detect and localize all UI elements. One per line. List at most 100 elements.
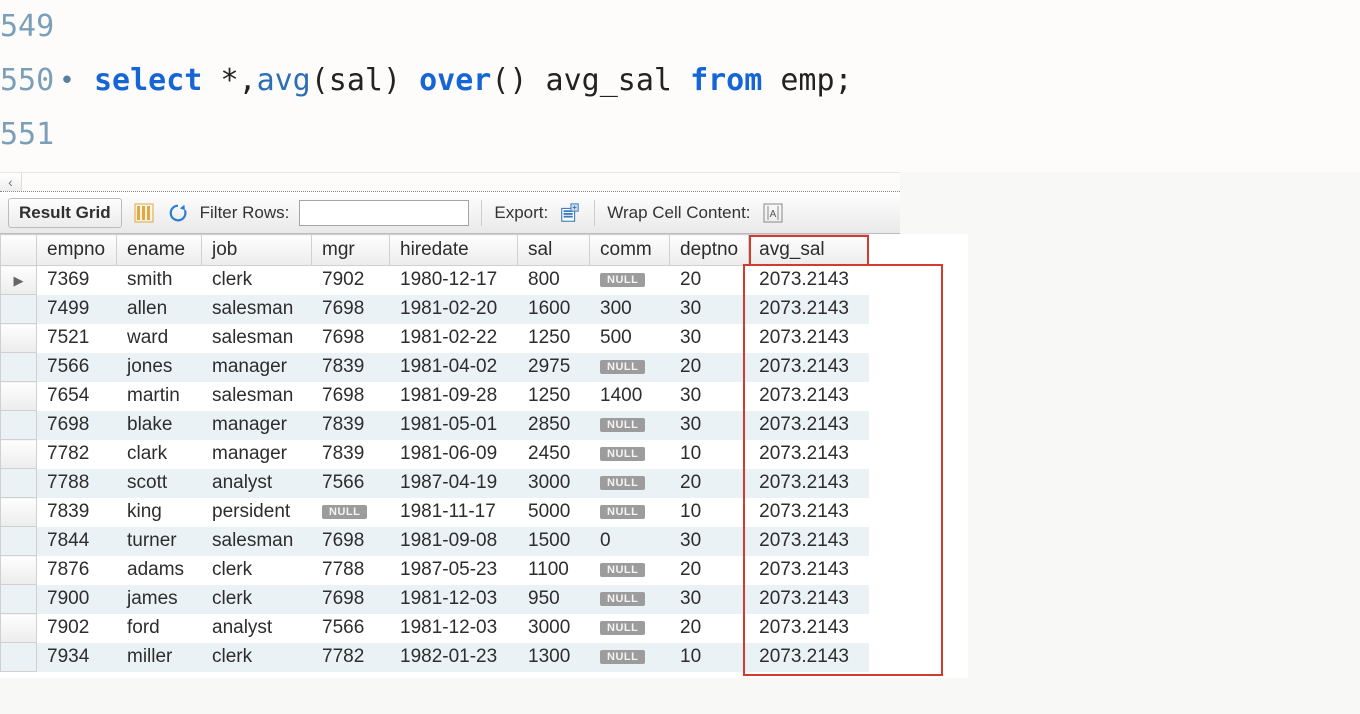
cell[interactable]: NULL — [590, 614, 670, 643]
cell[interactable]: 2073.2143 — [749, 411, 869, 440]
cell[interactable]: 7698 — [312, 295, 390, 324]
row-cursor[interactable] — [1, 324, 37, 353]
cell[interactable]: salesman — [202, 382, 312, 411]
cell[interactable]: 1250 — [518, 382, 590, 411]
cell[interactable]: 7876 — [37, 556, 117, 585]
cell[interactable]: manager — [202, 411, 312, 440]
cell[interactable]: 20 — [670, 556, 749, 585]
cell[interactable]: 20 — [670, 469, 749, 498]
cell[interactable]: 2073.2143 — [749, 382, 869, 411]
cell[interactable]: 2073.2143 — [749, 556, 869, 585]
cell[interactable]: manager — [202, 353, 312, 382]
cell[interactable]: 1600 — [518, 295, 590, 324]
cell[interactable]: 7782 — [312, 643, 390, 672]
refresh-icon[interactable] — [166, 201, 190, 225]
result-grid[interactable]: empnoenamejobmgrhiredatesalcommdeptnoavg… — [0, 234, 968, 678]
row-cursor[interactable] — [1, 353, 37, 382]
cell[interactable]: 1100 — [518, 556, 590, 585]
table-row[interactable]: 7902fordanalyst75661981-12-033000NULL202… — [1, 614, 869, 643]
cell[interactable]: 7499 — [37, 295, 117, 324]
cell[interactable]: 7839 — [312, 411, 390, 440]
cell[interactable]: 2073.2143 — [749, 324, 869, 353]
table-row[interactable]: ▶7369smithclerk79021980-12-17800NULL2020… — [1, 266, 869, 295]
cell[interactable]: 7698 — [312, 382, 390, 411]
cell[interactable]: salesman — [202, 295, 312, 324]
code-text[interactable]: select *,avg(sal) over() avg_sal from em… — [76, 54, 853, 108]
cell[interactable]: NULL — [590, 353, 670, 382]
cell[interactable]: jones — [117, 353, 202, 382]
row-cursor[interactable] — [1, 440, 37, 469]
cell[interactable]: 30 — [670, 295, 749, 324]
cell[interactable]: turner — [117, 527, 202, 556]
cell[interactable]: analyst — [202, 469, 312, 498]
column-header[interactable]: job — [202, 235, 312, 266]
cell[interactable]: 30 — [670, 411, 749, 440]
cell[interactable]: 7521 — [37, 324, 117, 353]
cell[interactable]: 1981-12-03 — [390, 614, 518, 643]
code-line[interactable]: 550•select *,avg(sal) over() avg_sal fro… — [0, 54, 1360, 108]
cell[interactable]: allen — [117, 295, 202, 324]
cell[interactable]: 0 — [590, 527, 670, 556]
row-cursor[interactable] — [1, 469, 37, 498]
cell[interactable]: clerk — [202, 643, 312, 672]
cell[interactable]: 10 — [670, 643, 749, 672]
cell[interactable]: 3000 — [518, 614, 590, 643]
cell[interactable]: NULL — [590, 266, 670, 295]
table-row[interactable]: 7900jamesclerk76981981-12-03950NULL30207… — [1, 585, 869, 614]
cell[interactable]: 7839 — [312, 440, 390, 469]
row-cursor[interactable] — [1, 585, 37, 614]
row-cursor[interactable] — [1, 556, 37, 585]
table-row[interactable]: 7698blakemanager78391981-05-012850NULL30… — [1, 411, 869, 440]
cell[interactable]: 2073.2143 — [749, 527, 869, 556]
cell[interactable]: 2450 — [518, 440, 590, 469]
scroll-left-button[interactable]: ‹ — [0, 173, 22, 191]
cell[interactable]: clerk — [202, 585, 312, 614]
cell[interactable]: 1981-02-20 — [390, 295, 518, 324]
grid-columns-icon[interactable] — [132, 201, 156, 225]
table-row[interactable]: 7566jonesmanager78391981-04-022975NULL20… — [1, 353, 869, 382]
cell[interactable]: 30 — [670, 585, 749, 614]
cell[interactable]: 1980-12-17 — [390, 266, 518, 295]
row-selector-header[interactable] — [1, 235, 37, 266]
row-cursor[interactable] — [1, 295, 37, 324]
cell[interactable]: NULL — [312, 498, 390, 527]
cell[interactable]: 500 — [590, 324, 670, 353]
column-header[interactable]: ename — [117, 235, 202, 266]
cell[interactable]: 20 — [670, 614, 749, 643]
cell[interactable]: 1981-02-22 — [390, 324, 518, 353]
column-header[interactable]: mgr — [312, 235, 390, 266]
cell[interactable]: salesman — [202, 527, 312, 556]
column-header[interactable]: hiredate — [390, 235, 518, 266]
cell[interactable]: 1981-11-17 — [390, 498, 518, 527]
cell[interactable]: 1400 — [590, 382, 670, 411]
row-cursor[interactable]: ▶ — [1, 266, 37, 295]
cell[interactable]: ford — [117, 614, 202, 643]
cell[interactable]: 1987-05-23 — [390, 556, 518, 585]
cell[interactable]: 7844 — [37, 527, 117, 556]
table-row[interactable]: 7934millerclerk77821982-01-231300NULL102… — [1, 643, 869, 672]
cell[interactable]: 7566 — [37, 353, 117, 382]
cell[interactable]: 7566 — [312, 614, 390, 643]
cell[interactable]: 7934 — [37, 643, 117, 672]
cell[interactable]: NULL — [590, 440, 670, 469]
cell[interactable]: 7782 — [37, 440, 117, 469]
cell[interactable]: scott — [117, 469, 202, 498]
cell[interactable]: 2073.2143 — [749, 353, 869, 382]
cell[interactable]: 2975 — [518, 353, 590, 382]
table-row[interactable]: 7521wardsalesman76981981-02-221250500302… — [1, 324, 869, 353]
cell[interactable]: 2073.2143 — [749, 585, 869, 614]
cell[interactable]: martin — [117, 382, 202, 411]
cell[interactable]: NULL — [590, 469, 670, 498]
cell[interactable]: james — [117, 585, 202, 614]
cell[interactable]: 7369 — [37, 266, 117, 295]
cell[interactable]: miller — [117, 643, 202, 672]
cell[interactable]: 7654 — [37, 382, 117, 411]
row-cursor[interactable] — [1, 382, 37, 411]
cell[interactable]: 7839 — [312, 353, 390, 382]
cell[interactable]: 20 — [670, 266, 749, 295]
row-cursor[interactable] — [1, 411, 37, 440]
cell[interactable]: NULL — [590, 556, 670, 585]
cell[interactable]: 7788 — [37, 469, 117, 498]
row-cursor[interactable] — [1, 614, 37, 643]
cell[interactable]: 10 — [670, 440, 749, 469]
